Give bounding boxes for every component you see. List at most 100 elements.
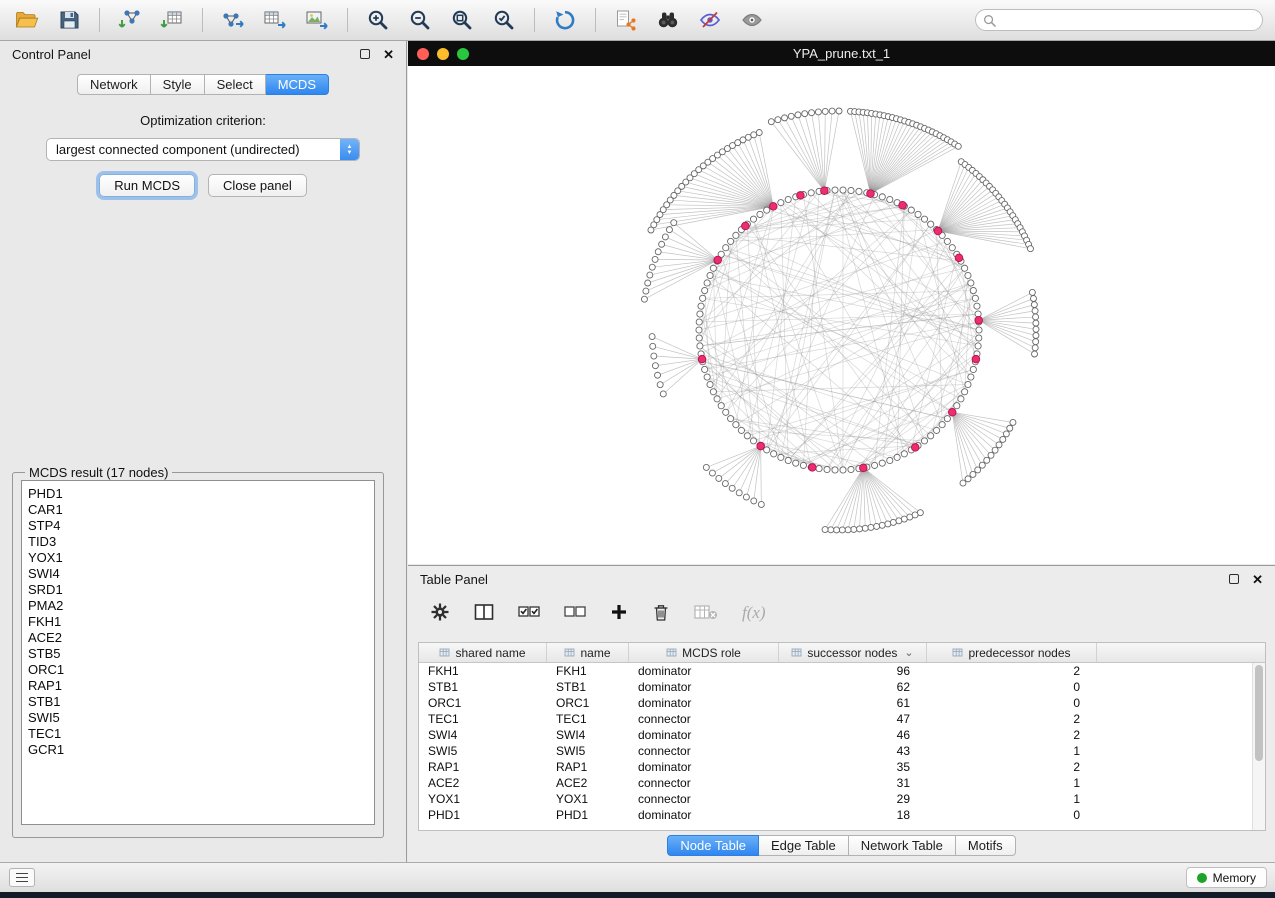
- mcds-result-item[interactable]: ORC1: [28, 662, 374, 678]
- search-box[interactable]: [975, 9, 1263, 31]
- mcds-result-list[interactable]: PHD1CAR1STP4TID3YOX1SWI4SRD1PMA2FKH1ACE2…: [21, 480, 375, 825]
- table-row[interactable]: TEC1TEC1connector472: [419, 711, 1265, 727]
- table-row[interactable]: ACE2ACE2connector311: [419, 775, 1265, 791]
- zoom-fit-button[interactable]: [442, 4, 482, 36]
- minimize-window-icon[interactable]: [437, 48, 449, 60]
- mcds-result-item[interactable]: SRD1: [28, 582, 374, 598]
- column-header-predecessor-nodes[interactable]: predecessor nodes: [927, 643, 1097, 662]
- search-network-button[interactable]: [648, 4, 688, 36]
- table-tab-motifs[interactable]: Motifs: [956, 835, 1016, 856]
- delete-column-button[interactable]: [652, 601, 670, 625]
- memory-label: Memory: [1213, 871, 1256, 885]
- import-table-button[interactable]: [152, 4, 192, 36]
- table-tab-network-table[interactable]: Network Table: [849, 835, 956, 856]
- open-file-button[interactable]: [7, 4, 47, 36]
- main-toolbar: [0, 0, 1275, 41]
- zoom-out-button[interactable]: [400, 4, 440, 36]
- mcds-result-item[interactable]: FKH1: [28, 614, 374, 630]
- table-scrollbar[interactable]: [1252, 663, 1265, 830]
- table-panel-header: Table Panel ✕: [408, 566, 1275, 592]
- table-row[interactable]: FKH1FKH1dominator962: [419, 663, 1265, 679]
- import-network-icon: [117, 8, 143, 32]
- table-settings-button[interactable]: [430, 601, 450, 625]
- mcds-result-item[interactable]: TID3: [28, 534, 374, 550]
- float-panel-icon[interactable]: [360, 49, 370, 59]
- table-column-icon: [666, 647, 677, 658]
- refresh-layout-button[interactable]: [545, 4, 585, 36]
- mcds-result-item[interactable]: STB5: [28, 646, 374, 662]
- table-tab-node-table[interactable]: Node Table: [667, 835, 759, 856]
- run-mcds-button[interactable]: Run MCDS: [99, 174, 195, 197]
- function-builder-button[interactable]: f(x): [742, 601, 766, 625]
- scrollbar-thumb[interactable]: [1255, 665, 1263, 761]
- tab-network[interactable]: Network: [77, 74, 151, 95]
- mcds-result-item[interactable]: SWI5: [28, 710, 374, 726]
- export-network-button[interactable]: [213, 4, 253, 36]
- import-network-button[interactable]: [110, 4, 150, 36]
- hide-graphics-details-button[interactable]: [690, 4, 730, 36]
- cell-successor-nodes: 46: [779, 728, 927, 742]
- table-row[interactable]: SWI5SWI5connector431: [419, 743, 1265, 759]
- delete-table-button[interactable]: [694, 601, 718, 625]
- mcds-result-item[interactable]: ACE2: [28, 630, 374, 646]
- tab-select[interactable]: Select: [205, 74, 266, 95]
- close-table-panel-icon[interactable]: ✕: [1252, 573, 1263, 586]
- float-table-panel-icon[interactable]: [1229, 574, 1239, 584]
- table-panel-tabbar: Node TableEdge TableNetwork TableMotifs: [408, 835, 1275, 856]
- mcds-result-item[interactable]: CAR1: [28, 502, 374, 518]
- cell-name: ORC1: [547, 696, 629, 710]
- zoom-in-button[interactable]: [358, 4, 398, 36]
- hide-graphics-details-icon: [697, 8, 723, 32]
- table-row[interactable]: PHD1PHD1dominator180: [419, 807, 1265, 823]
- table-row[interactable]: RAP1RAP1dominator352: [419, 759, 1265, 775]
- mcds-result-item[interactable]: YOX1: [28, 550, 374, 566]
- mcds-result-item[interactable]: STP4: [28, 518, 374, 534]
- column-header-mcds-role[interactable]: MCDS role: [629, 643, 779, 662]
- mcds-result-item[interactable]: STB1: [28, 694, 374, 710]
- search-input[interactable]: [1001, 13, 1262, 27]
- share-document-button[interactable]: [606, 4, 646, 36]
- maximize-window-icon[interactable]: [457, 48, 469, 60]
- control-panel-title: Control Panel: [12, 47, 91, 62]
- optimization-dropdown[interactable]: largest connected component (undirected)…: [46, 138, 360, 161]
- table-row[interactable]: STB1STB1dominator620: [419, 679, 1265, 695]
- table-row[interactable]: YOX1YOX1connector291: [419, 791, 1265, 807]
- cell-name: ACE2: [547, 776, 629, 790]
- mcds-result-item[interactable]: RAP1: [28, 678, 374, 694]
- mcds-result-item[interactable]: PMA2: [28, 598, 374, 614]
- mcds-result-item[interactable]: GCR1: [28, 742, 374, 758]
- zoom-selected-button[interactable]: [484, 4, 524, 36]
- table-column-icon: [564, 647, 575, 658]
- cell-name: SWI4: [547, 728, 629, 742]
- cell-predecessor-nodes: 1: [927, 792, 1097, 806]
- optimization-criterion-label: Optimization criterion:: [0, 113, 406, 128]
- table-panel-title: Table Panel: [420, 572, 488, 587]
- task-history-button[interactable]: [9, 868, 35, 887]
- table-row[interactable]: ORC1ORC1dominator610: [419, 695, 1265, 711]
- tab-style[interactable]: Style: [151, 74, 205, 95]
- mcds-result-item[interactable]: PHD1: [28, 486, 374, 502]
- deselect-all-button[interactable]: [564, 601, 586, 625]
- column-header-name[interactable]: name: [547, 643, 629, 662]
- export-image-button[interactable]: [297, 4, 337, 36]
- show-graphics-details-button[interactable]: [732, 4, 772, 36]
- export-table-button[interactable]: [255, 4, 295, 36]
- list-icon: [16, 873, 28, 882]
- close-panel-button[interactable]: Close panel: [208, 174, 307, 197]
- table-row[interactable]: SWI4SWI4dominator462: [419, 727, 1265, 743]
- select-all-button[interactable]: [518, 601, 540, 625]
- mcds-result-item[interactable]: TEC1: [28, 726, 374, 742]
- cell-successor-nodes: 62: [779, 680, 927, 694]
- memory-button[interactable]: Memory: [1186, 867, 1267, 888]
- save-session-button[interactable]: [49, 4, 89, 36]
- mcds-result-item[interactable]: SWI4: [28, 566, 374, 582]
- column-header-successor-nodes[interactable]: successor nodes⌄: [779, 643, 927, 662]
- network-canvas[interactable]: [408, 66, 1275, 564]
- add-column-button[interactable]: [610, 601, 628, 625]
- column-header-shared-name[interactable]: shared name: [419, 643, 547, 662]
- show-columns-button[interactable]: [474, 601, 494, 625]
- table-tab-edge-table[interactable]: Edge Table: [759, 835, 849, 856]
- close-window-icon[interactable]: [417, 48, 429, 60]
- tab-mcds[interactable]: MCDS: [266, 74, 329, 95]
- close-panel-icon[interactable]: ✕: [383, 48, 394, 61]
